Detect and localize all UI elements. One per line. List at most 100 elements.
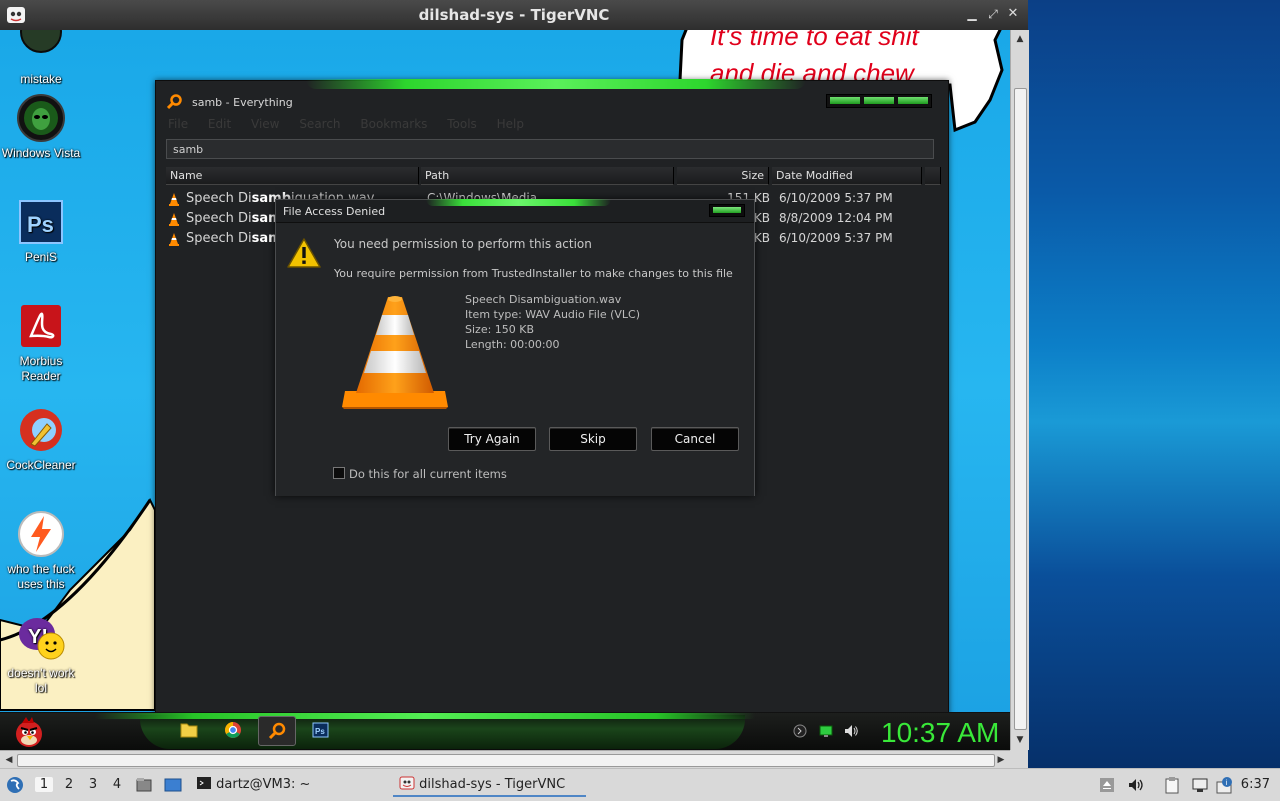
skip-button[interactable]: Skip (549, 427, 637, 451)
maximize-button[interactable] (864, 97, 894, 104)
desktop-icon-label: doesn't work lol (7, 666, 75, 695)
photoshop-icon: Ps (312, 722, 329, 738)
menu-tools[interactable]: Tools (447, 117, 477, 131)
row-date: 8/8/2009 12:04 PM (779, 211, 893, 225)
clipboard-icon[interactable] (1163, 776, 1181, 794)
taskbar-button-chrome[interactable] (215, 716, 251, 744)
update-notifier-icon[interactable]: i (1216, 776, 1234, 794)
cancel-button[interactable]: Cancel (651, 427, 739, 451)
desktop-icon-label: PeniS (24, 250, 58, 264)
taskbar-button-explorer[interactable] (171, 716, 207, 744)
horizontal-scrollbar[interactable]: ◀ ▶ (0, 750, 1010, 769)
vertical-scroll-thumb[interactable] (1014, 88, 1027, 730)
eject-icon[interactable] (1098, 776, 1116, 794)
menu-search[interactable]: Search (299, 117, 340, 131)
taskbar-button-everything[interactable] (258, 716, 296, 746)
minimize-button[interactable]: ▁ (964, 6, 980, 22)
horizontal-scroll-thumb[interactable] (17, 754, 995, 767)
vnc-window-title: dilshad-sys - TigerVNC (418, 6, 610, 24)
file-length: Length: 00:00:00 (465, 338, 560, 351)
vertical-scrollbar[interactable]: ▲ ▼ (1010, 30, 1029, 750)
row-date: 6/10/2009 5:37 PM (779, 191, 893, 205)
menu-bookmarks[interactable]: Bookmarks (360, 117, 427, 131)
search-input[interactable]: samb (166, 139, 934, 159)
desktop-icon-morbius-reader[interactable]: Morbius Reader (1, 302, 81, 384)
task-terminal[interactable]: dartz@VM3: ~ (196, 773, 310, 797)
taskbar-button-photoshop[interactable]: Ps (302, 716, 338, 744)
everything-title: samb - Everything (192, 96, 293, 109)
task-tigervnc-label: dilshad-sys - TigerVNC (419, 777, 566, 792)
minimize-button[interactable] (830, 97, 860, 104)
workspace-2[interactable]: 2 (60, 777, 78, 792)
remote-clock[interactable]: 10:37 AM (881, 717, 999, 749)
lxqt-menu-icon[interactable] (6, 776, 24, 794)
desktop-icon-who-the-fuck[interactable]: who the fuck uses this (1, 510, 81, 592)
maximize-button[interactable]: ⤢ (985, 6, 1001, 22)
volume-tray-icon[interactable] (843, 723, 859, 739)
try-again-button[interactable]: Try Again (448, 427, 536, 451)
network-icon[interactable] (1191, 776, 1209, 794)
dialog-message-secondary: You require permission from TrustedInsta… (334, 267, 733, 280)
show-desktop-icon[interactable] (164, 776, 182, 794)
remote-taskbar: Ps 10:37 AM (0, 712, 1010, 750)
column-header-spacer (925, 167, 941, 185)
dialog-close-button[interactable] (709, 204, 745, 217)
desktop-icon-cockcleaner[interactable]: CockCleaner (1, 406, 81, 473)
row-date: 6/10/2009 5:37 PM (779, 231, 893, 245)
column-header-path[interactable]: Path (421, 167, 674, 185)
photoshop-icon: Ps (17, 198, 65, 246)
desktop-icon-doesnt-work[interactable]: Y! doesn't work lol (1, 614, 81, 696)
close-button[interactable] (898, 97, 928, 104)
panel-clock[interactable]: 6:37 (1241, 777, 1270, 792)
task-tigervnc[interactable]: dilshad-sys - TigerVNC (393, 773, 586, 797)
ccleaner-icon (17, 406, 65, 454)
column-header-date[interactable]: Date Modified (772, 167, 922, 185)
file-manager-icon[interactable] (135, 776, 153, 794)
lightning-icon (17, 510, 65, 558)
menu-bar: File Edit View Search Bookmarks Tools He… (168, 117, 938, 133)
terminal-icon (197, 777, 211, 789)
volume-icon[interactable] (1127, 776, 1145, 794)
globe-icon (17, 30, 65, 68)
menu-file[interactable]: File (168, 117, 188, 131)
workspace-1[interactable]: 1 (35, 777, 53, 792)
pdf-reader-icon (17, 302, 65, 350)
workspace-4[interactable]: 4 (108, 777, 126, 792)
window-top-glow (306, 79, 806, 89)
menu-edit[interactable]: Edit (208, 117, 231, 131)
desktop-icon-label: who the fuck uses this (7, 562, 75, 591)
dialog-body: You need permission to perform this acti… (276, 222, 754, 496)
workspace-3[interactable]: 3 (84, 777, 102, 792)
svg-text:Ps: Ps (27, 212, 54, 237)
scroll-up-arrow-icon[interactable]: ▲ (1012, 31, 1028, 47)
menu-help[interactable]: Help (497, 117, 524, 131)
menu-view[interactable]: View (251, 117, 279, 131)
dialog-top-glow (426, 199, 611, 206)
column-header-size[interactable]: Size (677, 167, 769, 185)
scroll-right-arrow-icon[interactable]: ▶ (993, 752, 1009, 768)
scroll-down-arrow-icon[interactable]: ▼ (1012, 732, 1028, 748)
row-name: Speech Disam (186, 231, 282, 246)
scroll-left-arrow-icon[interactable]: ◀ (1, 752, 17, 768)
close-button[interactable]: ✕ (1005, 6, 1021, 22)
desktop-icon-mistake[interactable]: mistake (1, 30, 81, 87)
display-tray-icon[interactable] (818, 723, 834, 739)
column-header-name[interactable]: Name (166, 167, 419, 185)
desktop-icon-label: mistake (20, 72, 62, 86)
desktop-icon-penis[interactable]: Ps PeniS (1, 198, 81, 265)
apply-all-checkbox[interactable] (333, 467, 345, 479)
file-name: Speech Disambiguation.wav (465, 293, 622, 306)
vlc-file-icon (169, 193, 179, 206)
apply-all-option[interactable]: Do this for all current items (333, 467, 507, 481)
network-tray-icon[interactable] (792, 723, 808, 739)
folder-icon (180, 723, 198, 738)
desktop-icon-label: Windows Vista (1, 146, 81, 160)
row-name: Speech Disam (186, 211, 282, 226)
svg-text:Ps: Ps (315, 727, 325, 736)
file-access-denied-dialog: File Access Denied You need permission t… (275, 199, 755, 496)
angry-bird-start-icon[interactable] (12, 715, 46, 749)
window-controls[interactable] (826, 94, 932, 108)
vnc-titlebar[interactable]: dilshad-sys - TigerVNC ▁ ⤢ ✕ (0, 0, 1028, 30)
file-details: Speech Disambiguation.wav Item type: WAV… (465, 292, 640, 352)
desktop-icon-windows-vista[interactable]: Windows Vista (1, 94, 81, 161)
